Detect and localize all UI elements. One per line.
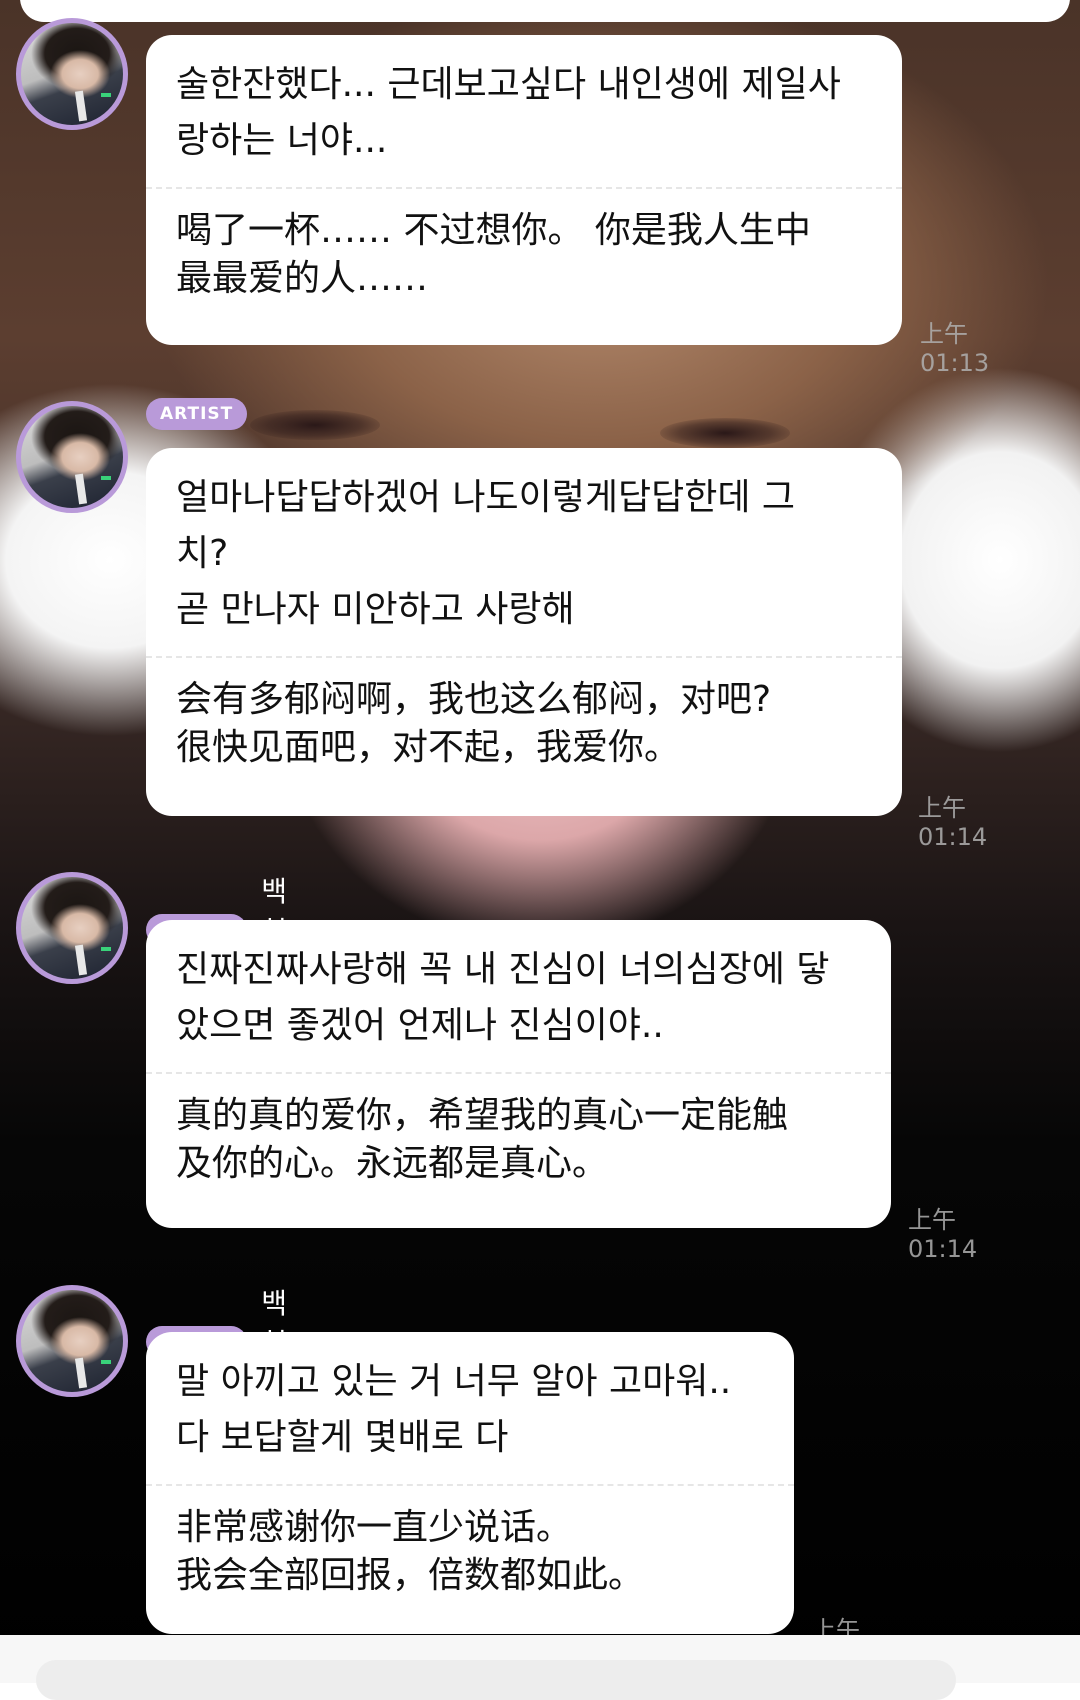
artist-badge: ARTIST bbox=[146, 398, 248, 430]
message-timestamp: 上午 01:13 bbox=[920, 320, 990, 377]
korean-text: 진짜진짜사랑해 꼭 내 진심이 너의심장에 닿 았으면 좋겠어 언제나 진심이야… bbox=[176, 949, 830, 1046]
message-timestamp: 上午 01:14 bbox=[908, 1206, 978, 1263]
message-bubble[interactable]: 진짜진짜사랑해 꼭 내 진심이 너의심장에 닿 았으면 좋겠어 언제나 진심이야… bbox=[146, 920, 891, 1228]
background-eye-left bbox=[250, 410, 380, 440]
message-timestamp: 上午 01:14 bbox=[918, 794, 988, 851]
message-bubble[interactable]: 말 아끼고 있는 거 너무 알아 고마워.. 다 보답할게 몇배로 다 非常感谢… bbox=[146, 1332, 794, 1634]
chinese-translation: 喝了一杯…… 不过想你。 你是我人生中 最最爱的人…… bbox=[176, 210, 811, 299]
message-input[interactable] bbox=[36, 1660, 956, 1700]
sender-row: ARTIST bbox=[146, 398, 248, 430]
korean-text: 얼마나답답하겠어 나도이렇게답답한데 그 치? 곧 만나자 미안하고 사랑해 bbox=[176, 477, 796, 630]
chinese-translation: 非常感谢你一直少说话。 我会全部回报，倍数都如此。 bbox=[176, 1507, 645, 1596]
message-bubble[interactable]: 얼마나답답하겠어 나도이렇게답답한데 그 치? 곧 만나자 미안하고 사랑해 会… bbox=[146, 448, 902, 816]
korean-text: 술한잔했다... 근데보고싶다 내인생에 제일사 랑하는 너야... bbox=[176, 64, 841, 161]
message-bubble[interactable]: 술한잔했다... 근데보고싶다 내인생에 제일사 랑하는 너야... 喝了一杯…… bbox=[146, 35, 902, 345]
chinese-translation: 真的真的爱你，希望我的真心一定能触 及你的心。永远都是真心。 bbox=[176, 1095, 789, 1184]
background-eye-right bbox=[660, 418, 790, 448]
korean-text: 말 아끼고 있는 거 너무 알아 고마워.. 다 보답할게 몇배로 다 bbox=[176, 1361, 732, 1458]
artist-avatar[interactable] bbox=[16, 872, 128, 984]
previous-message-bubble-edge bbox=[20, 0, 1070, 22]
chinese-translation: 会有多郁闷啊，我也这么郁闷，对吧? 很快见面吧，对不起，我爱你。 bbox=[176, 679, 772, 768]
artist-avatar[interactable] bbox=[16, 401, 128, 513]
artist-avatar[interactable] bbox=[16, 18, 128, 130]
artist-avatar[interactable] bbox=[16, 1285, 128, 1397]
